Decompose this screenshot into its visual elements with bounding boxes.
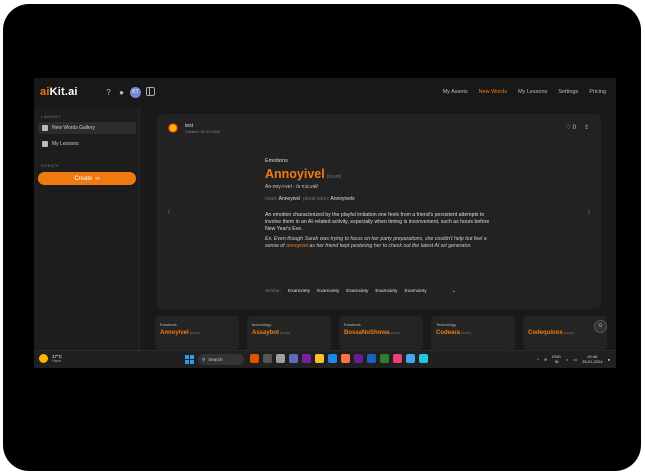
app-icon[interactable]	[393, 354, 402, 363]
like-count: 0	[572, 125, 576, 131]
word-forms: noun: Annoyivel plural noun: Annoyivels	[265, 196, 355, 202]
word-example: Ex. Even though Sarah was trying to focu…	[265, 236, 487, 249]
list-item[interactable]: Technology Codeara(noun)	[431, 316, 515, 350]
wifi-icon[interactable]: ≋	[544, 357, 547, 362]
app-icon[interactable]	[302, 354, 311, 363]
app-icon[interactable]	[406, 354, 415, 363]
word-card-list: Emotions Annoyivel(noun) technology Assayb…	[155, 316, 607, 350]
language-indicator[interactable]: ENG IN	[552, 354, 561, 364]
app-icon[interactable]	[354, 354, 363, 363]
main-content: test Created: 01-01-2024 ♡ 0 ⇪ ‹ › Emoti…	[140, 108, 616, 350]
sidebar: LIBRARY New Words Gallery My Lessons CRE…	[34, 108, 140, 350]
user-avatar-icon	[167, 122, 179, 134]
app-icon[interactable]	[367, 354, 376, 363]
similar-word[interactable]: Examxiety	[346, 289, 368, 294]
word-definition: An emotion characterized by the playful …	[265, 212, 490, 232]
main-nav: My Assets New Words My Lessons Settings …	[443, 89, 606, 95]
nav-my-assets[interactable]: My Assets	[443, 89, 468, 95]
create-button[interactable]: Create ∞	[38, 172, 136, 185]
card-actions: ♡ 0 ⇪	[566, 124, 589, 131]
similar-word[interactable]: Examxiety	[288, 289, 310, 294]
card-header: test Created: 01-01-2024	[167, 122, 220, 134]
list-item[interactable]: Emotions BossaNoShowa(noun)	[339, 316, 423, 350]
screen: aiKit.ai ? ● KT My Assets New Words My L…	[34, 78, 616, 368]
gallery-icon	[42, 125, 48, 131]
windows-start-icon[interactable]	[185, 355, 194, 364]
like-button[interactable]: ♡ 0	[566, 124, 576, 131]
search-label: Search	[208, 357, 223, 362]
next-arrow-icon[interactable]: ›	[587, 204, 591, 218]
lessons-icon	[42, 141, 48, 147]
list-item[interactable]: Emotions Annoyivel(noun)	[155, 316, 239, 350]
weather-text: Haze	[52, 359, 61, 363]
similar-words: Similar: Examxiety Examxiety Examxiety E…	[265, 289, 456, 294]
word-pos: (noun)	[326, 174, 342, 180]
sidebar-item-new-words-gallery[interactable]: New Words Gallery	[38, 122, 136, 134]
similar-word[interactable]: Examxiety	[405, 289, 427, 294]
folder-icon[interactable]	[315, 354, 324, 363]
app-icon[interactable]	[341, 354, 350, 363]
list-item[interactable]: technology Assaybot(noun)	[247, 316, 331, 350]
system-tray: ^ ≋ ENG IN ◖ ▭ 20:46 25-01-2024 ●	[537, 354, 610, 364]
bell-icon[interactable]: ●	[608, 357, 610, 362]
battery-icon[interactable]: ▭	[573, 357, 577, 362]
word-pronunciation: An-noy-i-vel - /ə nɔɪ.vəl/	[265, 184, 318, 190]
app-logo[interactable]: aiKit.ai	[40, 86, 78, 98]
prev-arrow-icon[interactable]: ‹	[167, 204, 171, 218]
sidebar-toggle-icon[interactable]	[146, 87, 155, 96]
nav-pricing[interactable]: Pricing	[589, 89, 606, 95]
clock[interactable]: 20:46 25-01-2024	[582, 354, 602, 364]
app-icon[interactable]	[419, 354, 428, 363]
word-card: test Created: 01-01-2024 ♡ 0 ⇪ ‹ › Emoti…	[157, 114, 601, 309]
create-section-label: CREATE	[41, 163, 60, 168]
share-icon[interactable]: ⇪	[584, 124, 589, 131]
device-frame: aiKit.ai ? ● KT My Assets New Words My L…	[3, 4, 641, 471]
chrome-icon[interactable]	[380, 354, 389, 363]
edge-icon[interactable]	[328, 354, 337, 363]
app-icon[interactable]	[263, 354, 272, 363]
library-section-label: LIBRARY	[41, 114, 61, 119]
sidebar-item-my-lessons[interactable]: My Lessons	[38, 138, 136, 150]
top-bar: aiKit.ai ? ● KT My Assets New Words My L…	[34, 78, 616, 108]
similar-word[interactable]: Examxiety	[375, 289, 397, 294]
sidebar-item-label: New Words Gallery	[52, 125, 95, 131]
chevron-up-icon[interactable]: ^	[537, 357, 539, 362]
heart-icon: ♡	[565, 125, 571, 131]
nav-my-lessons[interactable]: My Lessons	[518, 89, 547, 95]
nav-new-words[interactable]: New Words	[479, 89, 507, 95]
search-icon: ⚲	[202, 356, 206, 362]
weather-widget[interactable]: 17°C Haze	[39, 354, 62, 363]
taskbar: 17°C Haze ⚲ Search ^ ≋ ENG IN ◖ ▭ 20:46 …	[34, 350, 616, 368]
nav-settings[interactable]: Settings	[558, 89, 578, 95]
app-icon[interactable]	[276, 354, 285, 363]
card-user-name: test	[185, 122, 194, 129]
word-details: Emotions Annoyivel (noun) An-noy-i-vel - …	[265, 158, 497, 250]
create-button-label: Create	[74, 175, 93, 182]
volume-icon[interactable]: ◖	[566, 357, 568, 362]
chatbot-icon[interactable]: ☺	[594, 320, 607, 333]
word-category: Emotions	[265, 158, 288, 164]
taskbar-apps	[250, 354, 428, 363]
list-item[interactable]: Codequinox(noun)	[523, 316, 607, 350]
weather-icon	[39, 354, 48, 363]
top-icons: ? ● KT	[104, 87, 141, 98]
similar-label: Similar:	[265, 289, 281, 294]
infinity-icon: ∞	[95, 175, 100, 182]
help-icon[interactable]: ?	[104, 88, 113, 97]
avatar[interactable]: KT	[130, 87, 141, 98]
app-icon[interactable]	[289, 354, 298, 363]
app-icon[interactable]	[250, 354, 259, 363]
similar-word[interactable]: Examxiety	[317, 289, 339, 294]
word-title: Annoyivel (noun)	[265, 167, 342, 181]
chevron-down-icon[interactable]: ⌄	[452, 289, 456, 294]
card-created-date: Created: 01-01-2024	[185, 129, 221, 134]
notification-icon[interactable]: ●	[117, 88, 126, 97]
taskbar-search[interactable]: ⚲ Search	[198, 354, 244, 365]
sidebar-item-label: My Lessons	[52, 141, 79, 147]
